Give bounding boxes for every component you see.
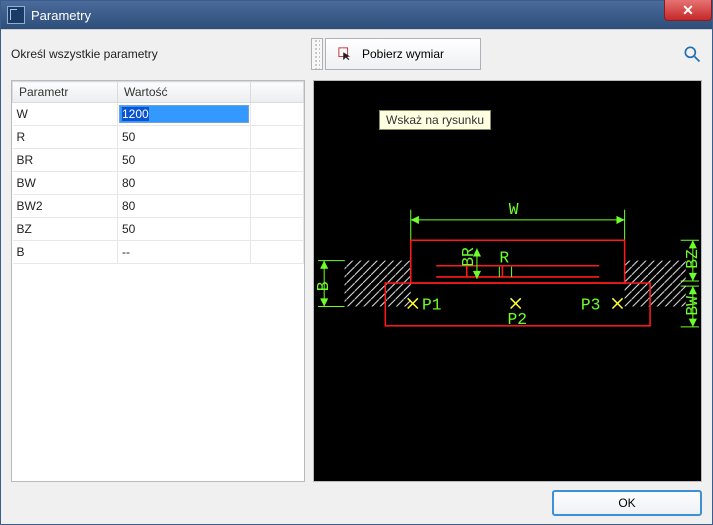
point-label-p1: P1 <box>422 296 442 315</box>
empty-cell <box>251 195 304 218</box>
table-row[interactable]: W <box>13 103 304 126</box>
dim-label-r: R <box>499 249 509 268</box>
drawing-preview[interactable]: W B <box>313 80 702 482</box>
empty-cell <box>251 126 304 149</box>
window-frame: Parametry ✕ Określ wszystkie parametry P… <box>0 0 713 525</box>
table-row[interactable]: BW280 <box>13 195 304 218</box>
param-cell[interactable]: R <box>13 126 118 149</box>
pick-cursor-icon <box>338 47 352 61</box>
param-cell[interactable]: BW2 <box>13 195 118 218</box>
app-icon <box>7 6 25 24</box>
empty-cell <box>251 103 304 126</box>
col-header-value[interactable]: Wartość <box>118 82 251 103</box>
value-cell[interactable]: 50 <box>118 149 251 172</box>
window-title: Parametry <box>31 8 91 23</box>
param-cell[interactable]: W <box>13 103 118 126</box>
value-input[interactable] <box>119 105 249 123</box>
value-cell[interactable] <box>118 103 251 126</box>
param-cell[interactable]: BR <box>13 149 118 172</box>
dim-label-w: W <box>509 200 519 219</box>
col-header-empty[interactable] <box>251 82 304 103</box>
value-cell[interactable]: -- <box>118 241 251 264</box>
pick-tooltip: Wskaż na rysunku <box>379 110 491 130</box>
pick-group: Pobierz wymiar <box>311 38 481 70</box>
table-row[interactable]: B-- <box>13 241 304 264</box>
pick-dimension-label: Pobierz wymiar <box>362 47 444 61</box>
main-row: Parametr Wartość WR50BR50BW80BW280BZ50B-… <box>11 80 702 482</box>
drawing-canvas: W B <box>314 81 701 481</box>
point-label-p3: P3 <box>581 296 601 315</box>
ok-button[interactable]: OK <box>552 490 702 516</box>
pick-dimension-button[interactable]: Pobierz wymiar <box>325 38 481 70</box>
table-row[interactable]: R50 <box>13 126 304 149</box>
empty-cell <box>251 172 304 195</box>
param-cell[interactable]: BZ <box>13 218 118 241</box>
empty-cell <box>251 149 304 172</box>
value-cell[interactable]: 80 <box>118 172 251 195</box>
table-row[interactable]: BW80 <box>13 172 304 195</box>
footer: OK <box>11 482 702 516</box>
toolbar-gripper[interactable] <box>311 38 323 70</box>
dim-label-br: BR <box>459 247 478 267</box>
dialog-body: Określ wszystkie parametry Pobierz wymia… <box>1 29 712 524</box>
value-cell[interactable]: 50 <box>118 218 251 241</box>
instruction-label: Określ wszystkie parametry <box>11 47 311 61</box>
close-button[interactable]: ✕ <box>664 0 712 21</box>
value-cell[interactable]: 50 <box>118 126 251 149</box>
search-icon[interactable] <box>682 44 702 64</box>
col-header-param[interactable]: Parametr <box>13 82 118 103</box>
value-cell[interactable]: 80 <box>118 195 251 218</box>
param-cell[interactable]: B <box>13 241 118 264</box>
parameter-table[interactable]: Parametr Wartość WR50BR50BW80BW280BZ50B-… <box>12 81 304 264</box>
close-icon: ✕ <box>682 2 694 19</box>
param-cell[interactable]: BW <box>13 172 118 195</box>
empty-cell <box>251 218 304 241</box>
table-row[interactable]: BZ50 <box>13 218 304 241</box>
parameter-table-panel: Parametr Wartość WR50BR50BW80BW280BZ50B-… <box>11 80 305 482</box>
point-label-p2: P2 <box>508 310 528 329</box>
table-row[interactable]: BR50 <box>13 149 304 172</box>
titlebar: Parametry ✕ <box>1 1 712 29</box>
top-row: Określ wszystkie parametry Pobierz wymia… <box>11 38 702 70</box>
empty-cell <box>251 241 304 264</box>
dim-label-b: B <box>314 281 333 291</box>
